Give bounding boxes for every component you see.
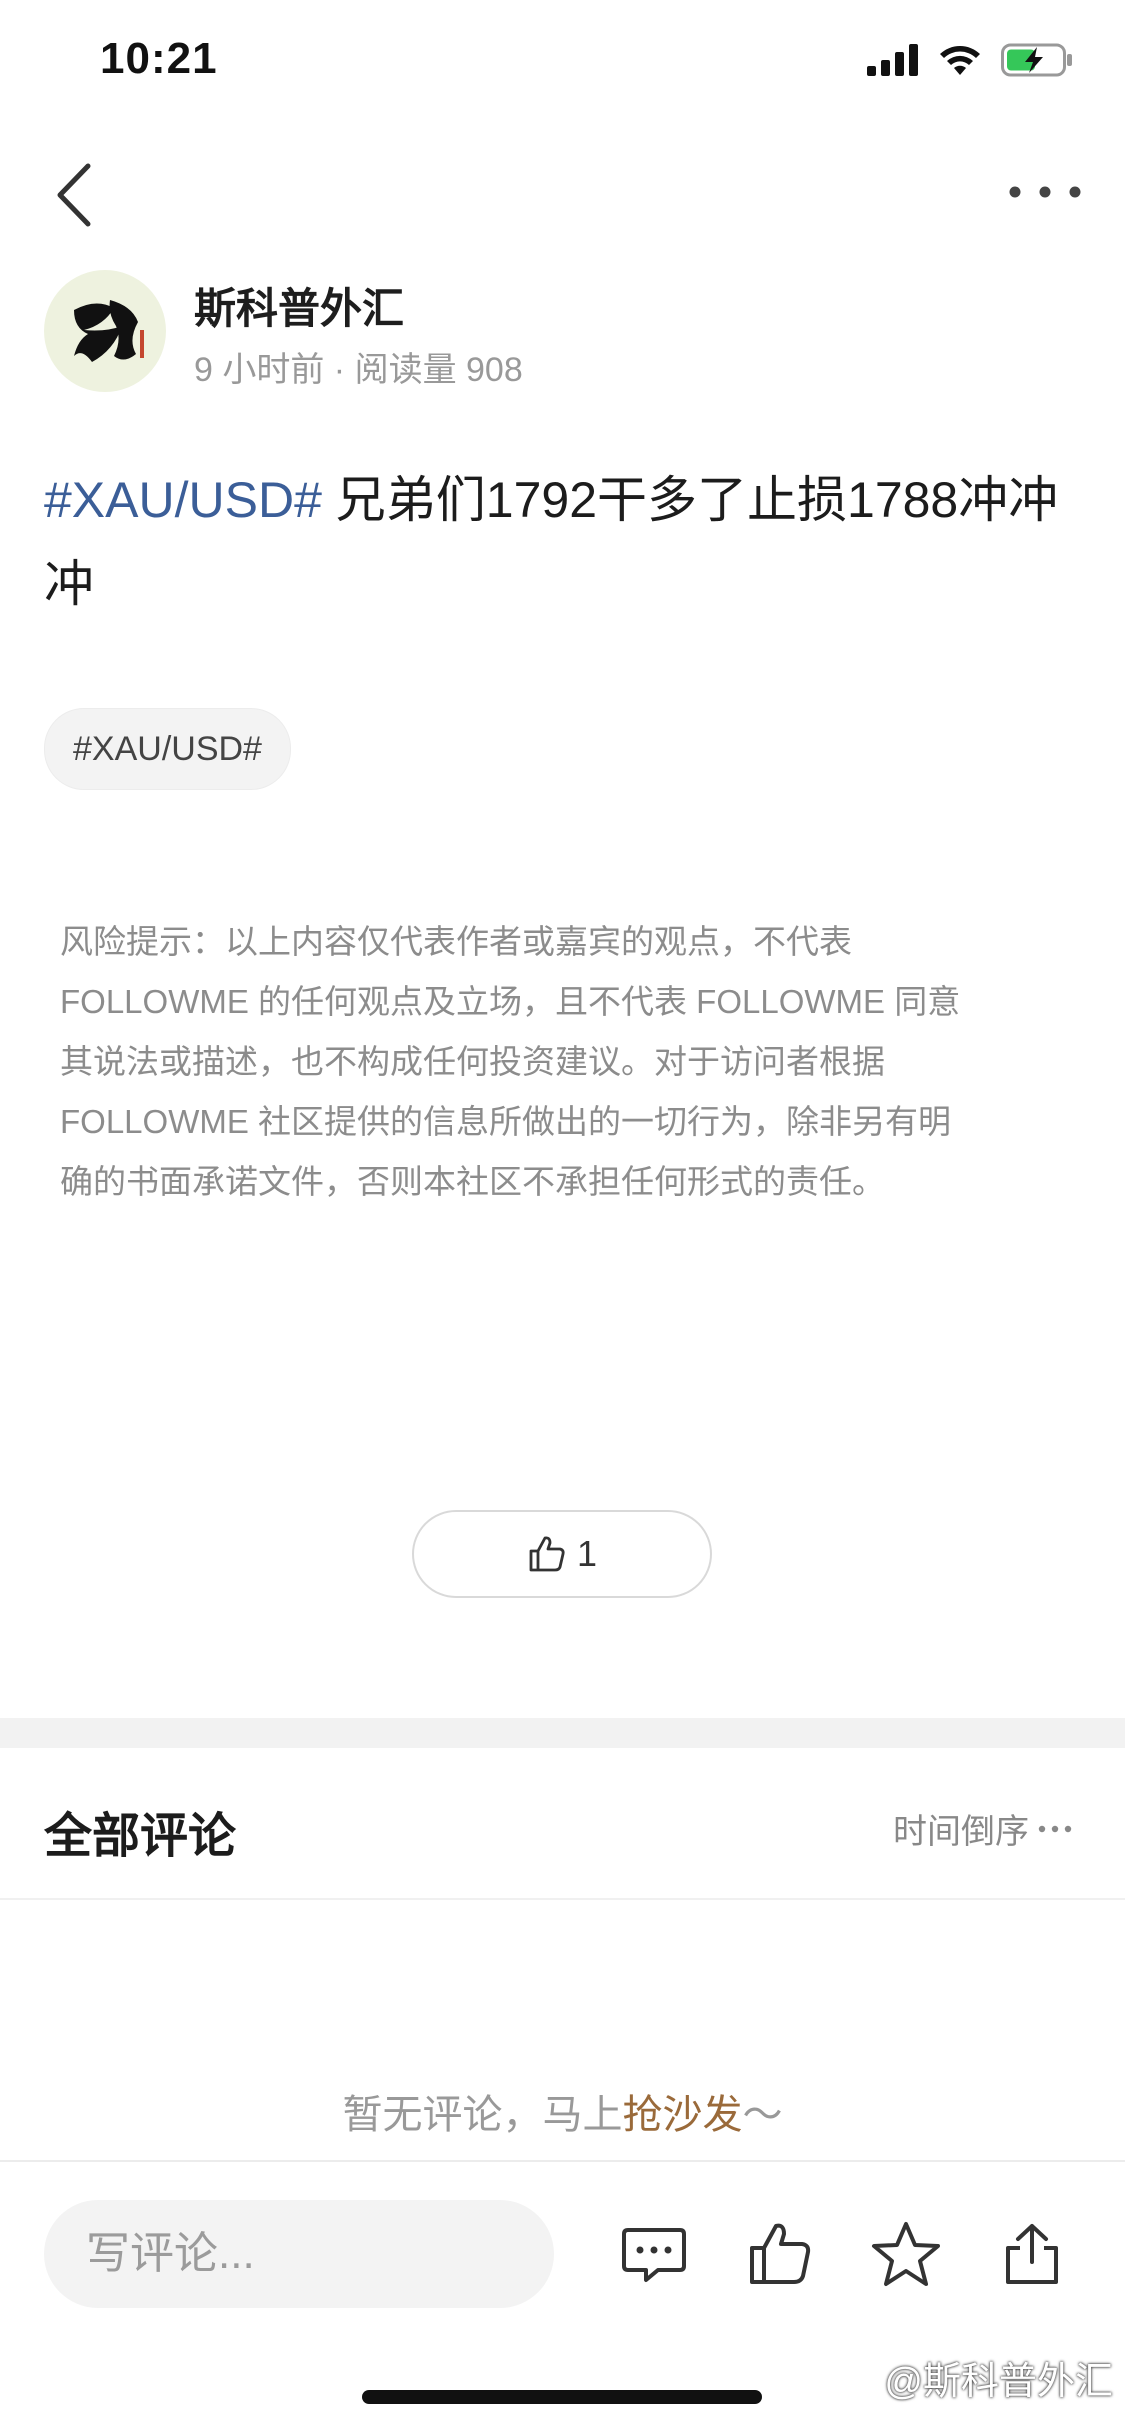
comments-title: 全部评论 bbox=[44, 1810, 237, 1863]
bottom-bar-divider bbox=[0, 2160, 1125, 2162]
header-divider bbox=[0, 1898, 1125, 1900]
post-meta: 9 小时前 · 阅读量 908 bbox=[194, 351, 523, 389]
sort-dropdown[interactable]: 时间倒序 bbox=[893, 1804, 1073, 1853]
section-divider bbox=[0, 1718, 1125, 1748]
star-icon[interactable] bbox=[870, 2218, 942, 2290]
more-icon[interactable] bbox=[1005, 172, 1085, 212]
post-body: #XAU/USD# 兄弟们1792干多了止损1788冲冲冲 bbox=[44, 458, 1084, 626]
author-name[interactable]: 斯科普外汇 bbox=[194, 275, 404, 336]
disclaimer-line: 其说法或描述，也不构成任何投资建议。对于访问者根据 bbox=[60, 1043, 885, 1080]
like-button[interactable]: 1 bbox=[412, 1510, 712, 1598]
back-icon[interactable] bbox=[48, 160, 104, 230]
disclaimer-line: FOLLOWME 的任何观点及立场，且不代表 FOLLOWME 同意 bbox=[60, 983, 961, 1020]
watermark-logo-icon bbox=[846, 2365, 875, 2391]
watermark-text: @斯科普外汇 bbox=[884, 2361, 1113, 2403]
wifi-icon bbox=[940, 46, 980, 75]
watermark: @斯科普外汇 bbox=[842, 2350, 1113, 2405]
post-hashtag-link[interactable]: #XAU/USD# bbox=[44, 472, 322, 528]
disclaimer-line: 风险提示：以上内容仅代表作者或嘉宾的观点，不代表 bbox=[60, 923, 852, 960]
disclaimer-line: FOLLOWME 社区提供的信息所做出的一切行为，除非另有明 bbox=[60, 1103, 952, 1140]
empty-text: 暂无评论，马上 bbox=[342, 2093, 623, 2137]
avatar-calligraphy-icon bbox=[74, 300, 144, 362]
home-indicator[interactable] bbox=[362, 2390, 762, 2404]
empty-comments: 暂无评论，马上抢沙发～ bbox=[0, 2082, 1125, 2140]
like-count: 1 bbox=[576, 1533, 598, 1574]
disclaimer-line: 确的书面承诺文件，否则本社区不承担任何形式的责任。 bbox=[60, 1163, 885, 1200]
status-icons bbox=[867, 40, 1073, 80]
comment-icon[interactable] bbox=[618, 2218, 690, 2290]
sort-label: 时间倒序 bbox=[893, 1813, 1029, 1851]
signal-icon bbox=[867, 44, 918, 76]
first-comment-link[interactable]: 抢沙发 bbox=[623, 2093, 743, 2137]
avatar[interactable] bbox=[44, 270, 166, 392]
comment-input[interactable]: 写评论... bbox=[44, 2200, 554, 2308]
ellipsis-icon bbox=[1038, 1825, 1072, 1832]
status-time: 10:21 bbox=[100, 34, 218, 83]
empty-suffix: ～ bbox=[742, 2093, 783, 2137]
risk-disclaimer: 风险提示：以上内容仅代表作者或嘉宾的观点，不代表 FOLLOWME 的任何观点及… bbox=[60, 912, 1070, 1212]
share-icon[interactable] bbox=[996, 2218, 1068, 2290]
battery-icon bbox=[1001, 43, 1072, 77]
tag-chip[interactable]: #XAU/USD# bbox=[44, 708, 291, 790]
like-icon bbox=[529, 1536, 565, 1572]
thumb-up-icon[interactable] bbox=[744, 2218, 816, 2290]
